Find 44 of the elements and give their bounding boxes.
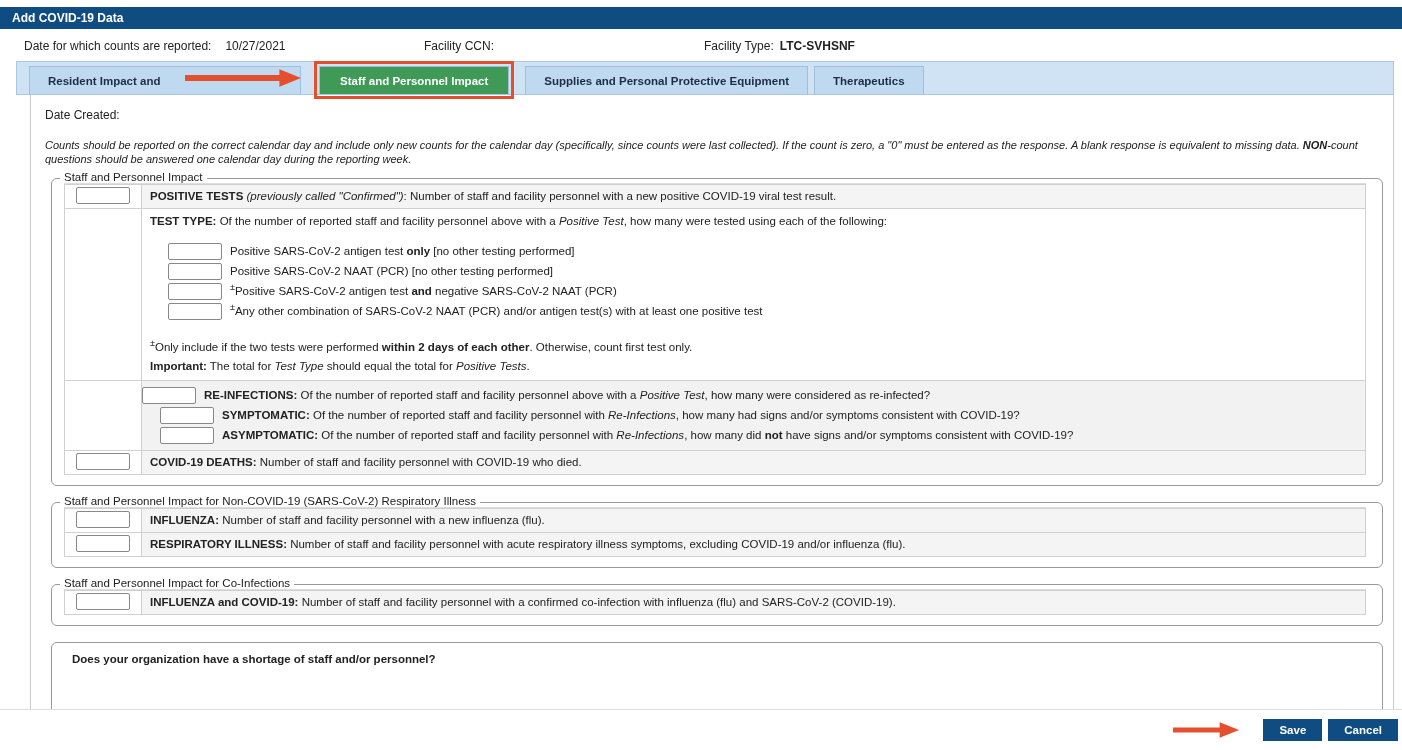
option-text: $^{±}$Any other combination of SARS-CoV-2 NAAT (PCR) and/or antigen test(s) with at least one positive test — [230, 304, 763, 319]
tab[interactable]: Resident Impact and — [29, 66, 301, 94]
question-text: Does your organization have a shortage of staff and/or personnel? — [71, 653, 437, 665]
count-field[interactable] — [76, 593, 130, 610]
section-legend: Staff and Personnel Impact — [60, 171, 207, 183]
count-field[interactable] — [76, 511, 130, 528]
instructions-text: Counts should be reported on the correct calendar day and include only new counts for the calendar day (specifically, since counts were last collected). If the count is zero, a "0" must be entered as the response. A blank response is equivalent to missing data. NON-count questions should be answered one calendar day during the reporting week. — [45, 138, 1359, 166]
count-field[interactable] — [168, 283, 222, 300]
count-field[interactable] — [76, 535, 130, 552]
count-field[interactable] — [160, 427, 214, 444]
tab[interactable]: Supplies and Personal Protective Equipment — [525, 66, 809, 94]
option-text: $^{±}$Positive SARS-CoV-2 antigen test and negative SARS-CoV-2 NAAT (PCR) — [230, 284, 617, 299]
save-button[interactable]: Save — [1263, 719, 1323, 741]
count-field[interactable] — [160, 407, 214, 424]
note-text: Important: The total for Test Type should equal the total for Positive Tests. — [150, 359, 531, 374]
question-text: INFLUENZA: Number of staff and facility personnel with a new influenza (flu). — [142, 509, 1365, 532]
info-value: LTC-SVHSNF — [779, 39, 855, 55]
question-text: RE-INFECTIONS: Of the number of reported staff and facility personnel above with a Positive Test, how many were considered as re-infected? — [204, 388, 931, 403]
cancel-button[interactable]: Cancel — [1328, 719, 1398, 741]
info-label: Facility Type: — [704, 39, 774, 55]
question-text: RESPIRATORY ILLNESS: Number of staff and facility personnel with acute respiratory illness symptoms, excluding COVID-19 and/or influenza (flu). — [142, 533, 1365, 556]
question-text: INFLUENZA and COVID-19: Number of staff and facility personnel with a confirmed co-infection with influenza (flu) and SARS-CoV-2 (COVID-19). — [142, 591, 1365, 614]
date-created-label: Date Created: — [45, 108, 121, 122]
section-legend: Staff and Personnel Impact for Co-Infections — [60, 577, 295, 589]
question-text: SYMPTOMATIC: Of the number of reported staff and facility personnel with Re-Infections, how many had signs and/or symptoms consistent with COVID-19? — [222, 408, 1020, 423]
window-title: Add COVID-19 Data — [12, 11, 124, 25]
option-text: Positive SARS-CoV-2 NAAT (PCR) [no other testing performed] — [230, 264, 553, 279]
info-label: Date for which counts are reported: — [24, 39, 212, 55]
count-field[interactable] — [168, 303, 222, 320]
count-field[interactable] — [76, 453, 130, 470]
note-text: $^{±}$Only include if the two tests were performed within 2 days of each other. Otherwise, count first test only. — [150, 340, 694, 355]
info-value: 10/27/2021 — [225, 39, 286, 55]
question-text: COVID-19 DEATHS: Number of staff and facility personnel with COVID-19 who died. — [142, 451, 1365, 474]
count-field[interactable] — [168, 263, 222, 280]
question-text: TEST TYPE: Of the number of reported staff and facility personnel above with a Positive Test, how many were tested using each of the following: — [150, 214, 889, 229]
info-label: Facility CCN: — [424, 39, 494, 55]
tab[interactable]: Therapeutics — [814, 66, 924, 94]
question-text: ASYMPTOMATIC: Of the number of reported staff and facility personnel with Re-Infections, how many did not have signs and/or symptoms consistent with COVID-19? — [222, 428, 1074, 443]
section-legend: Staff and Personnel Impact for Non-COVID-19 (SARS-CoV-2) Respiratory Illness — [60, 495, 481, 507]
count-field[interactable] — [142, 387, 196, 404]
count-field[interactable] — [76, 187, 130, 204]
option-text: Positive SARS-CoV-2 antigen test only [no other testing performed] — [230, 244, 575, 259]
question-text: POSITIVE TESTS (previously called "Confirmed"): Number of staff and facility personnel with a new positive COVID-19 viral test result. — [142, 185, 1365, 208]
count-field[interactable] — [168, 243, 222, 260]
